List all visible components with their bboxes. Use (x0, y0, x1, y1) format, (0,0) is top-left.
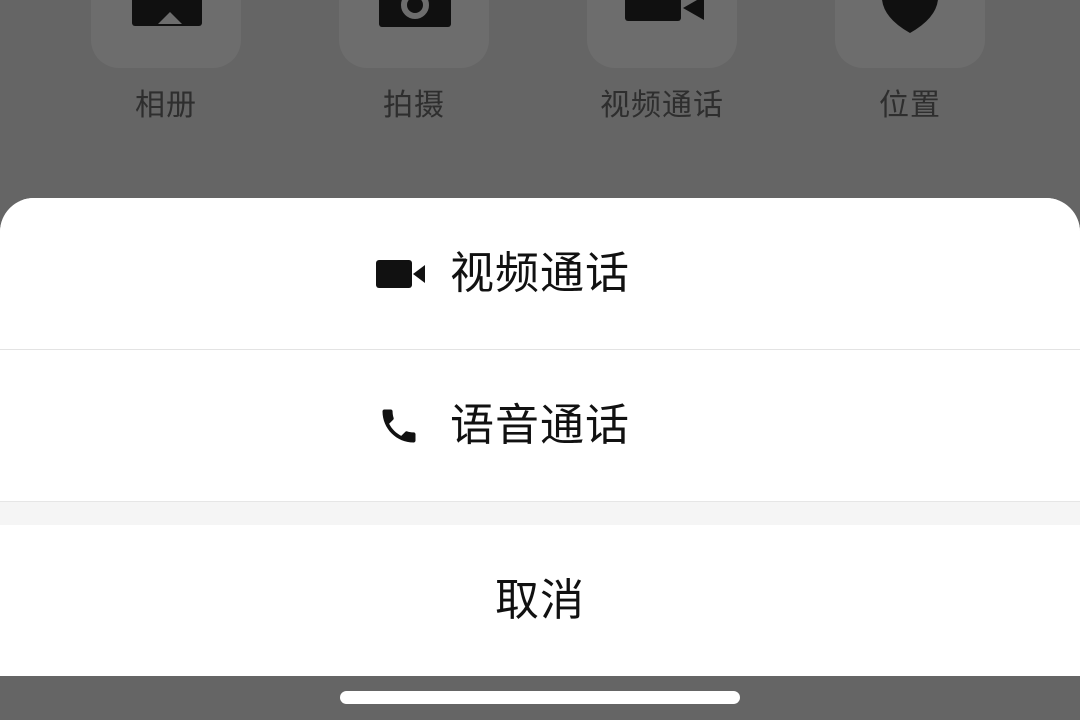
attach-label-camera: 拍摄 (383, 88, 445, 123)
attach-label-location: 位置 (879, 88, 941, 123)
attach-label-album: 相册 (135, 88, 197, 123)
voice-call-option[interactable]: 语音通话 (0, 350, 1080, 501)
attach-label-video-call: 视频通话 (600, 88, 724, 123)
call-action-sheet: 视频通话 语音通话 取消 (0, 198, 1080, 676)
screen: 相册 拍摄 视频通话 位置 视频通话 语音通话 取消 (0, 0, 1080, 720)
attach-item-video-call[interactable]: 视频通话 (582, 0, 742, 140)
video-call-label: 视频通话 (450, 248, 630, 299)
attachment-panel: 相册 拍摄 视频通话 位置 (0, 0, 1080, 140)
home-indicator[interactable] (340, 691, 740, 704)
video-call-option[interactable]: 视频通话 (0, 198, 1080, 349)
phone-icon (382, 409, 416, 442)
cancel-label: 取消 (495, 575, 585, 626)
attach-item-camera[interactable]: 拍摄 (334, 0, 494, 140)
voice-call-label: 语音通话 (450, 400, 630, 451)
video-camera-icon (625, 0, 704, 21)
photo-album-icon (132, 0, 202, 26)
video-camera-icon (376, 259, 425, 288)
attach-item-location[interactable]: 位置 (830, 0, 990, 140)
attach-item-album[interactable]: 相册 (86, 0, 246, 140)
camera-icon (379, 0, 451, 27)
location-pin-icon (882, 0, 938, 33)
section-gap (0, 501, 1080, 525)
cancel-button[interactable]: 取消 (0, 525, 1080, 676)
